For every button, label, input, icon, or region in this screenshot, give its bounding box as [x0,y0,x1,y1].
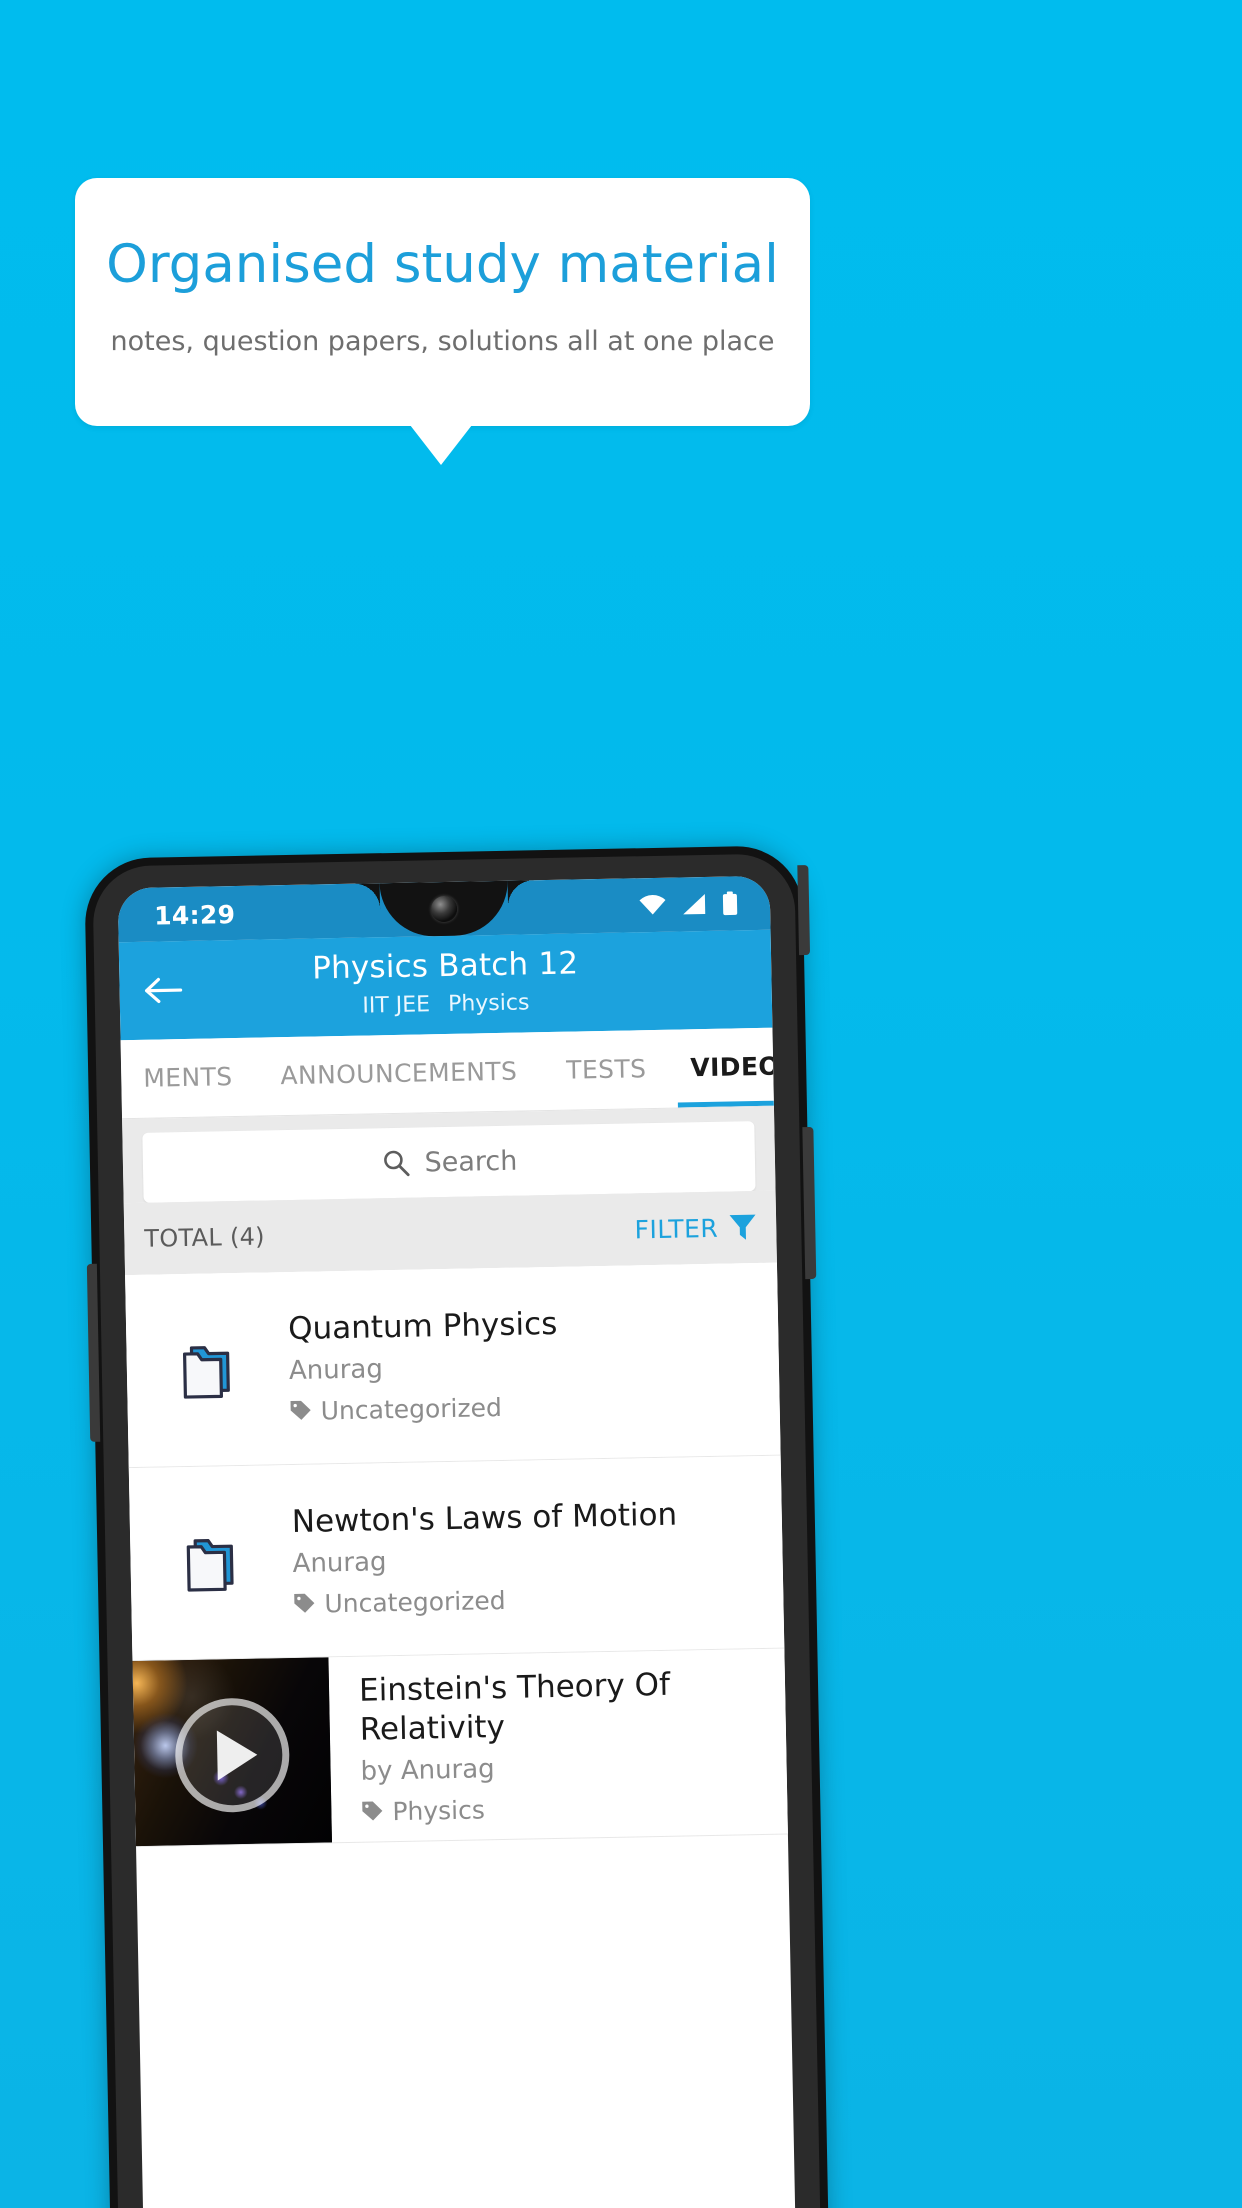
status-time: 14:29 [153,900,236,931]
play-triangle [216,1729,258,1781]
list-item-author: by Anurag [360,1753,495,1787]
tab-assignments[interactable]: MENTS [143,1038,234,1118]
list-item-author: Anurag [288,1354,384,1386]
folder-icon [126,1334,289,1405]
list-item[interactable]: Newton's Laws of Motion Anurag Uncategor… [128,1455,785,1662]
folder-icon [130,1527,293,1598]
tab-announcements[interactable]: ANNOUNCEMENTS [280,1033,518,1116]
list-item-author: Anurag [292,1547,387,1579]
list-item-tag: Uncategorized [320,1392,503,1426]
list-item-text: Einstein's Theory Of Relativity by Anura… [329,1664,788,1827]
page-title: Physics Batch 12 [311,945,579,987]
battery-icon [722,891,738,916]
list-item-tag-line: Physics [361,1790,775,1827]
filter-label: FILTER [634,1213,719,1244]
promo-callout-tail [410,425,472,465]
status-icon-group [639,891,738,917]
search-input[interactable]: Search [142,1121,756,1203]
total-count-label: TOTAL (4) [144,1222,266,1253]
list-item-text: Quantum Physics Anurag Uncategorized [288,1305,577,1426]
list-item-title: Einstein's Theory Of Relativity [358,1667,671,1748]
list-item[interactable]: Einstein's Theory Of Relativity by Anura… [132,1648,788,1848]
list-item[interactable]: Quantum Physics Anurag Uncategorized [125,1262,781,1469]
breadcrumb-subject: Physics [447,990,530,1017]
wifi-icon [639,895,666,916]
phone-screen: 14:29 Physics Batch 12 IIT JEE Physics M… [117,875,796,2208]
list-item-tag-line: Uncategorized [293,1582,679,1618]
app-bar: Physics Batch 12 IIT JEE Physics [118,929,773,1041]
list-item-tag: Uncategorized [324,1585,506,1619]
promo-subtitle: notes, question papers, solutions all at… [110,326,775,357]
breadcrumb-exam: IIT JEE [362,992,431,1019]
promo-background: Organised study material notes, question… [0,0,1242,2208]
promo-callout-card: Organised study material notes, question… [75,178,810,426]
tag-icon [361,1801,383,1823]
search-zone: Search [122,1106,776,1204]
list-item-title: Newton's Laws of Motion [291,1496,678,1541]
tag-icon [290,1400,312,1422]
list-item-tag-line: Uncategorized [289,1392,559,1426]
list-item-title: Quantum Physics [287,1306,558,1348]
phone-body: 14:29 Physics Batch 12 IIT JEE Physics M… [84,845,829,2208]
promo-title: Organised study material [106,234,779,295]
phone-mockup: 14:29 Physics Batch 12 IIT JEE Physics M… [84,845,829,2208]
tag-icon [293,1593,315,1615]
front-camera-icon [430,895,458,923]
search-placeholder: Search [424,1145,518,1178]
tab-tests[interactable]: TESTS [566,1030,648,1110]
phone-button-left[interactable] [86,1263,101,1442]
phone-button-volume[interactable] [802,1126,817,1280]
phone-button-power[interactable] [797,864,811,956]
list-item-tag: Physics [392,1795,486,1826]
content-list: Quantum Physics Anurag Uncategorized New… [125,1262,788,1848]
list-toolbar: TOTAL (4) FILTER [123,1190,777,1276]
funnel-icon [729,1213,757,1242]
filter-button[interactable]: FILTER [634,1213,756,1244]
tab-videos[interactable]: VIDEOS [690,1028,774,1108]
signal-icon [682,893,706,914]
breadcrumb: IIT JEE Physics [120,986,772,1024]
list-item-text: Newton's Laws of Motion Anurag Uncategor… [291,1495,697,1619]
video-thumbnail[interactable] [132,1657,332,1847]
tab-bar: MENTS ANNOUNCEMENTS TESTS VIDEOS [120,1027,774,1120]
search-icon [380,1148,411,1179]
